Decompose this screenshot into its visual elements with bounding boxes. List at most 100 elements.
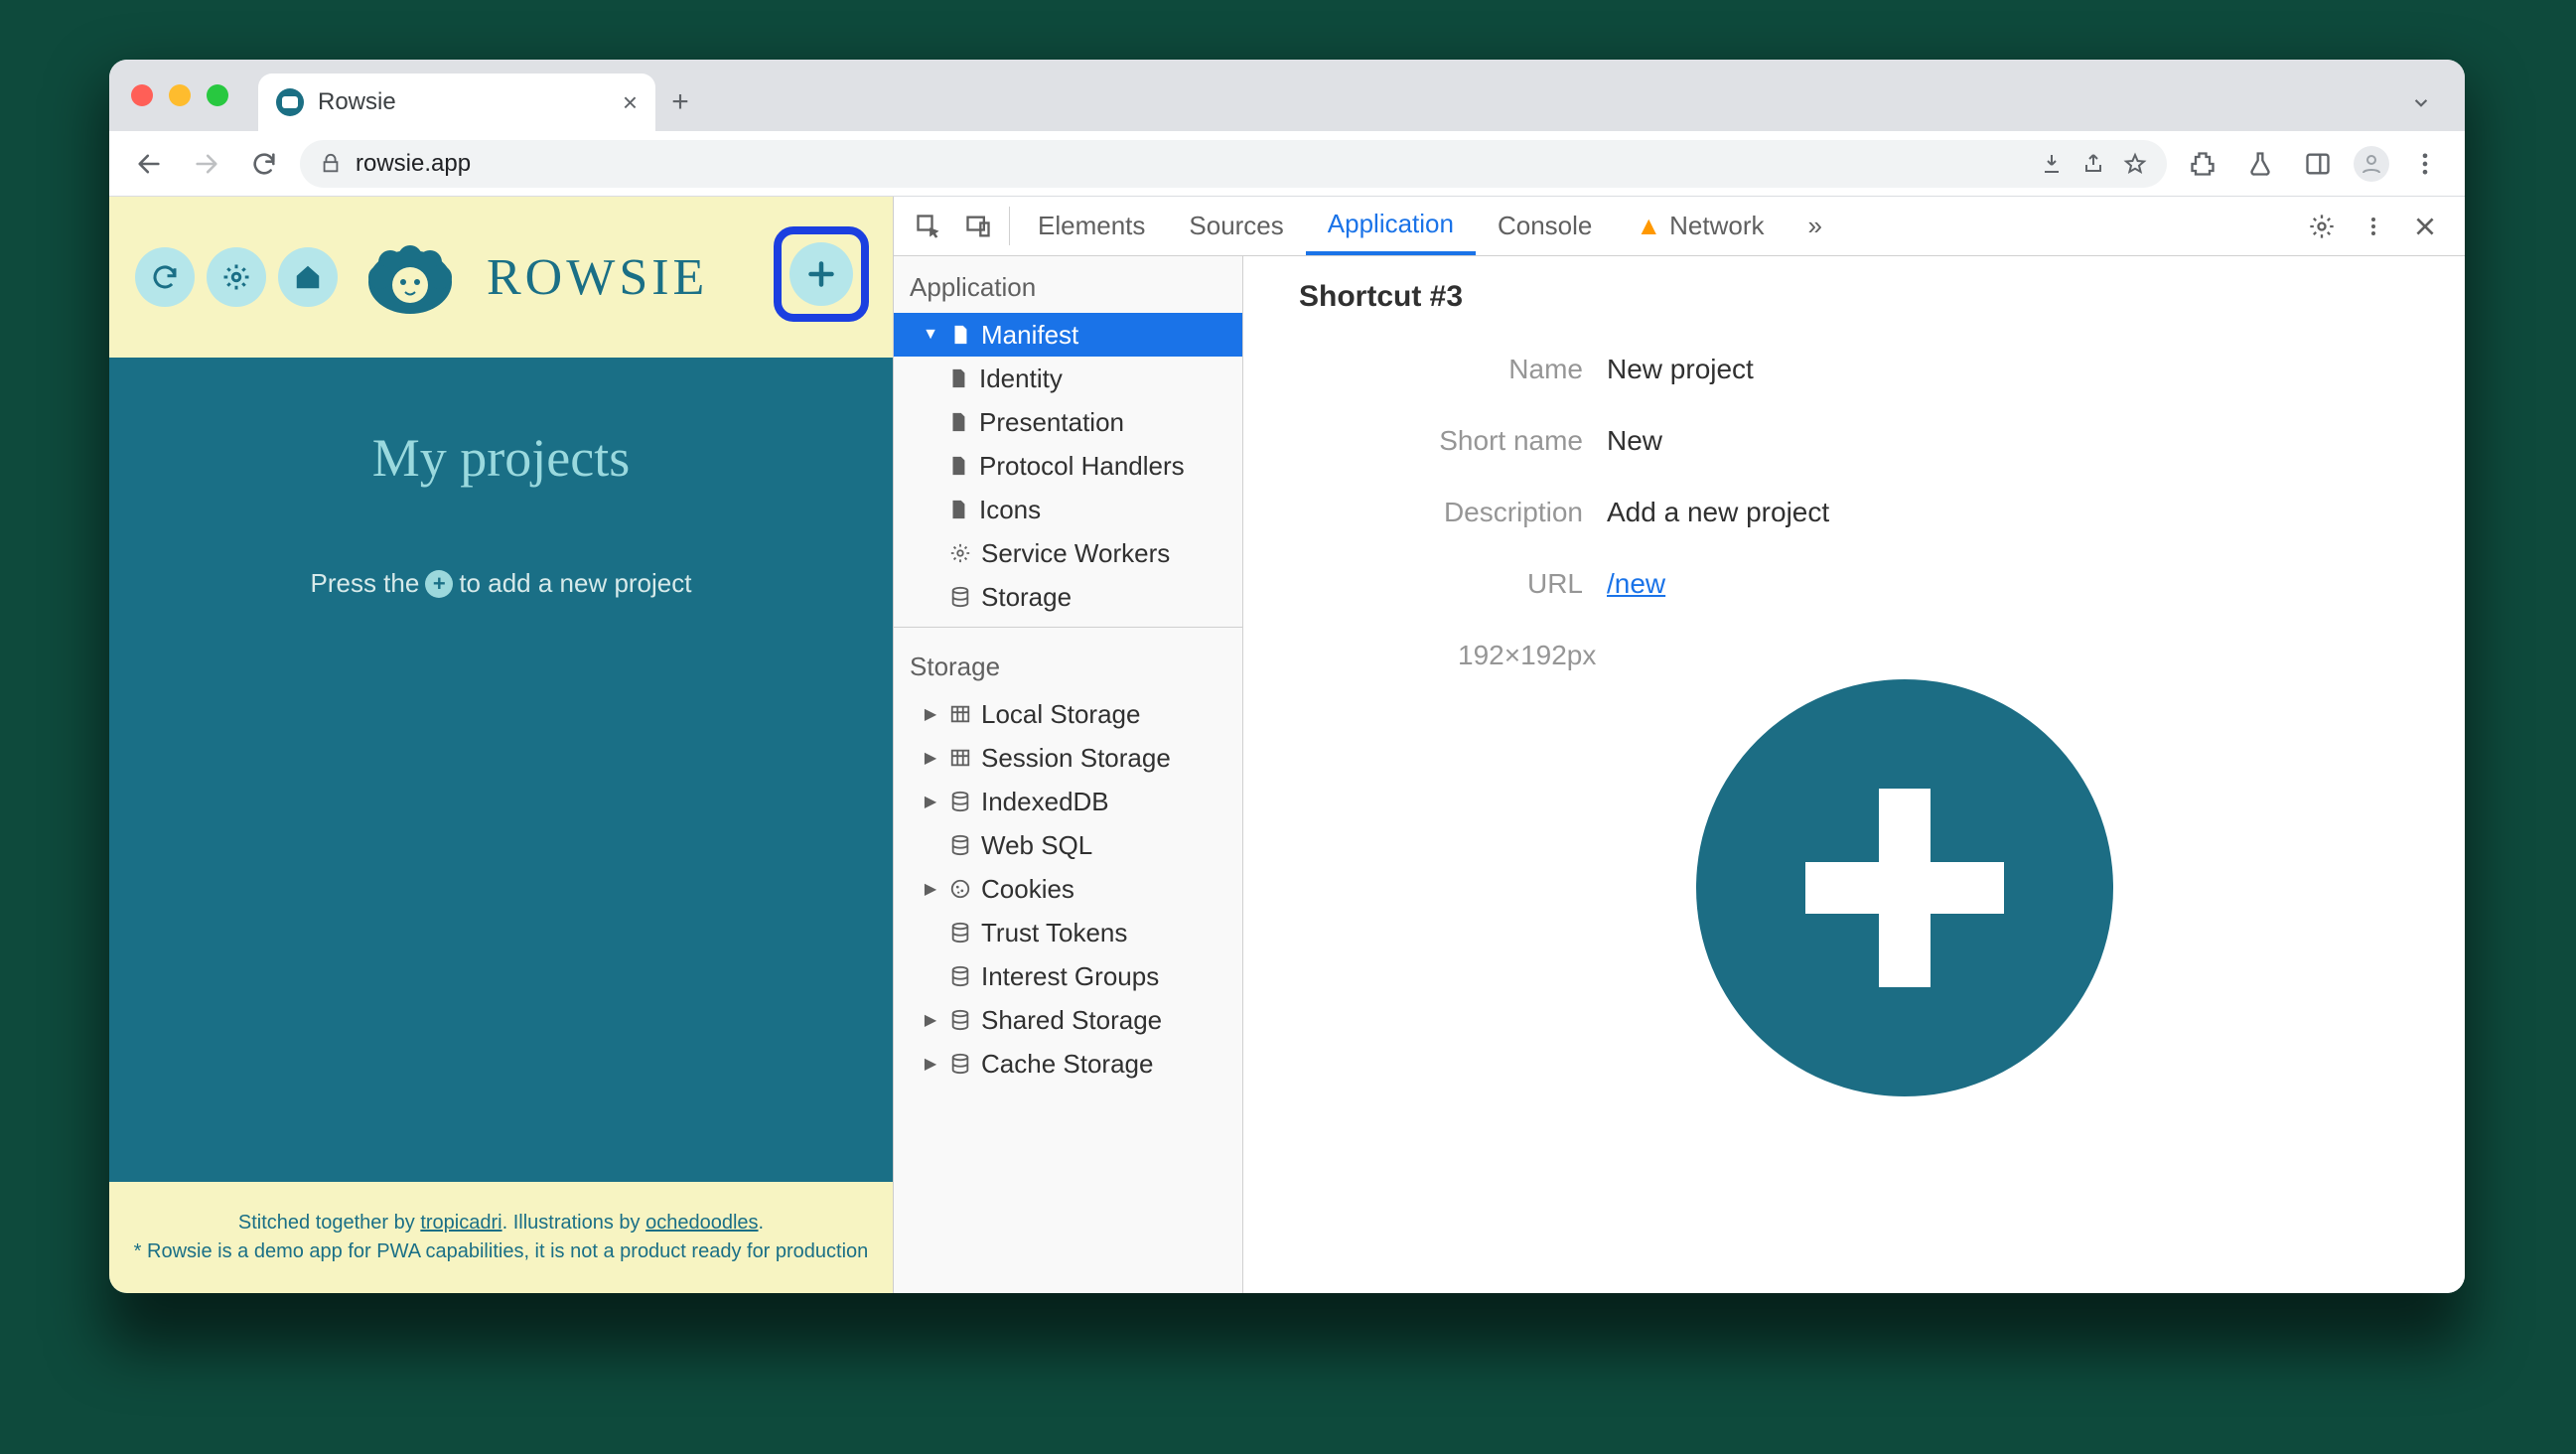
sidebar-item-manifest[interactable]: ▼ Manifest <box>894 313 1242 357</box>
tab-application[interactable]: Application <box>1306 197 1476 255</box>
storage-type-icon <box>947 963 973 989</box>
browser-toolbar: rowsie.app <box>109 131 2465 197</box>
bookmark-star-icon[interactable] <box>2123 152 2147 176</box>
device-toggle-icon[interactable] <box>953 197 1003 255</box>
window-controls <box>131 60 258 131</box>
sidebar-item-storage[interactable]: ▶Shared Storage <box>894 998 1242 1042</box>
shortcut-url-link[interactable]: /new <box>1607 568 1665 599</box>
footer-link-ochedoodles[interactable]: ochedoodles <box>645 1212 758 1234</box>
devtools-settings-icon[interactable] <box>2298 213 2346 240</box>
sidebar-item-manifest-child[interactable]: Protocol Handlers <box>894 444 1242 488</box>
kv-val: New project <box>1607 354 1754 385</box>
storage-type-icon <box>947 920 973 945</box>
minimize-window-button[interactable] <box>169 84 191 106</box>
tab-favicon <box>276 88 304 116</box>
refresh-app-icon[interactable] <box>135 247 195 307</box>
hint-plus-icon: + <box>425 570 453 598</box>
chevron-right-icon: ▶ <box>922 792 939 811</box>
app-header: ROWSIE <box>109 197 893 358</box>
devtools-kebab-icon[interactable] <box>2350 215 2397 238</box>
sidebar-item-storage[interactable]: ▶IndexedDB <box>894 780 1242 823</box>
profile-avatar[interactable] <box>2354 146 2389 182</box>
kv-key: Name <box>1299 354 1607 385</box>
sidebar-item-storage-app[interactable]: Storage <box>894 575 1242 619</box>
side-panel-icon[interactable] <box>2296 142 2340 186</box>
sidebar-item-storage[interactable]: ▶Session Storage <box>894 736 1242 780</box>
browser-tab[interactable]: Rowsie × <box>258 73 655 131</box>
sidebar-item-storage[interactable]: ▶Cookies <box>894 867 1242 911</box>
sidebar-item-manifest-child[interactable]: Identity <box>894 357 1242 400</box>
file-icon <box>945 409 971 435</box>
chevron-right-icon: ▶ <box>922 879 939 899</box>
icon-dimensions: 192×192px <box>1458 640 2409 671</box>
tabs-dropdown-icon[interactable] <box>2401 73 2441 131</box>
install-app-icon[interactable] <box>2040 152 2064 176</box>
sidebar-item-storage[interactable]: ▶Local Storage <box>894 692 1242 736</box>
file-icon <box>945 365 971 391</box>
address-bar[interactable]: rowsie.app <box>300 140 2167 188</box>
forward-button[interactable] <box>185 142 228 186</box>
lock-icon <box>320 153 342 175</box>
tab-console[interactable]: Console <box>1476 197 1614 255</box>
storage-type-icon <box>947 876 973 902</box>
kv-row: Short nameNew <box>1299 425 2409 457</box>
tab-title: Rowsie <box>318 88 609 116</box>
add-project-button[interactable] <box>789 242 853 306</box>
tab-elements[interactable]: Elements <box>1016 197 1167 255</box>
hint-suffix: to add a new project <box>459 568 691 599</box>
devtools-sidebar: Application ▼ Manifest IdentityPresentat… <box>894 256 1243 1293</box>
close-tab-icon[interactable]: × <box>623 87 638 118</box>
sidebar-item-storage[interactable]: Trust Tokens <box>894 911 1242 954</box>
app-hint: Press the + to add a new project <box>311 568 692 599</box>
database-icon <box>947 584 973 610</box>
sidebar-item-service-workers[interactable]: Service Workers <box>894 531 1242 575</box>
kv-row: DescriptionAdd a new project <box>1299 497 2409 528</box>
app-footer: Stitched together by tropicadri. Illustr… <box>109 1182 893 1293</box>
file-icon <box>945 497 971 522</box>
file-icon <box>945 453 971 479</box>
footer-line-1: Stitched together by tropicadri. Illustr… <box>238 1212 764 1235</box>
chevron-right-icon: ▶ <box>922 748 939 768</box>
tab-overflow-icon[interactable]: » <box>1786 197 1843 255</box>
sheep-logo <box>356 227 465 327</box>
devtools-body: Application ▼ Manifest IdentityPresentat… <box>894 256 2465 1293</box>
back-button[interactable] <box>127 142 171 186</box>
footer-line-2: * Rowsie is a demo app for PWA capabilit… <box>134 1240 869 1263</box>
kebab-menu-icon[interactable] <box>2403 142 2447 186</box>
storage-type-icon <box>947 745 973 771</box>
sidebar-section-storage: Storage <box>894 636 1242 692</box>
kv-row-url: URL /new <box>1299 568 2409 600</box>
tab-network[interactable]: ▲ Network <box>1614 197 1786 255</box>
devtools-main: Shortcut #3 NameNew projectShort nameNew… <box>1243 256 2465 1293</box>
reload-button[interactable] <box>242 142 286 186</box>
url-text: rowsie.app <box>356 150 2026 178</box>
sidebar-item-storage[interactable]: ▶Cache Storage <box>894 1042 1242 1086</box>
sidebar-item-storage[interactable]: Web SQL <box>894 823 1242 867</box>
footer-link-tropicadri[interactable]: tropicadri <box>420 1212 501 1234</box>
settings-app-icon[interactable] <box>207 247 266 307</box>
close-window-button[interactable] <box>131 84 153 106</box>
home-app-icon[interactable] <box>278 247 338 307</box>
labs-icon[interactable] <box>2238 142 2282 186</box>
chevron-down-icon: ▼ <box>922 326 939 344</box>
storage-type-icon <box>947 1051 973 1077</box>
app-logo-text: ROWSIE <box>487 248 708 307</box>
storage-type-icon <box>947 832 973 858</box>
tab-sources[interactable]: Sources <box>1167 197 1305 255</box>
inspect-element-icon[interactable] <box>904 197 953 255</box>
chevron-right-icon: ▶ <box>922 1010 939 1030</box>
devtools-close-icon[interactable] <box>2401 214 2449 239</box>
extensions-icon[interactable] <box>2181 142 2224 186</box>
devtools-panel: Elements Sources Application Console ▲ N… <box>893 197 2465 1293</box>
sidebar-item-manifest-child[interactable]: Presentation <box>894 400 1242 444</box>
kv-val: Add a new project <box>1607 497 1829 528</box>
hint-prefix: Press the <box>311 568 420 599</box>
new-tab-button[interactable]: + <box>655 73 705 131</box>
storage-type-icon <box>947 1007 973 1033</box>
sidebar-item-manifest-child[interactable]: Icons <box>894 488 1242 531</box>
fullscreen-window-button[interactable] <box>207 84 228 106</box>
sidebar-item-storage[interactable]: Interest Groups <box>894 954 1242 998</box>
shortcut-icon-preview <box>1696 679 2113 1096</box>
share-icon[interactable] <box>2081 152 2105 176</box>
app-body: My projects Press the + to add a new pro… <box>109 358 893 1182</box>
